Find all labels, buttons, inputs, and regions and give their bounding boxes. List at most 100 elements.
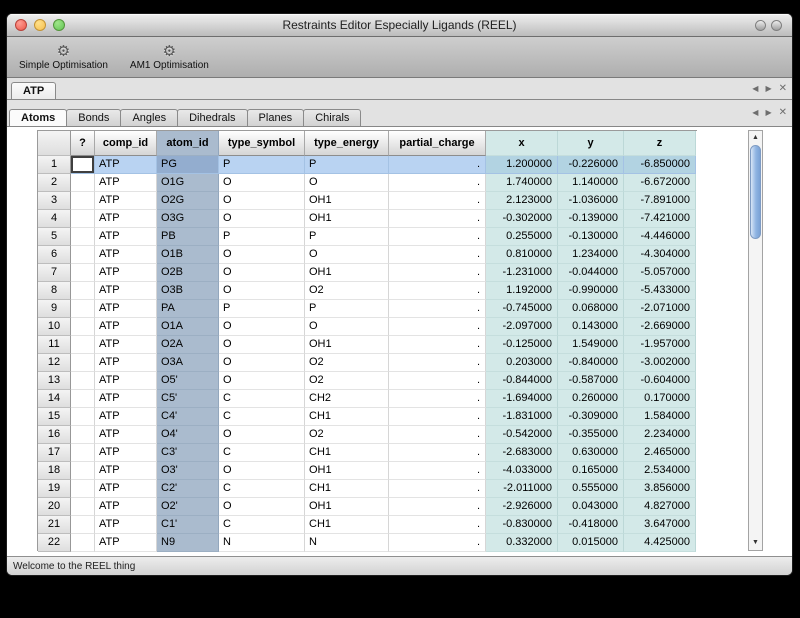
cell-z[interactable]: 1.584000 (624, 408, 696, 426)
row-number[interactable]: 9 (38, 300, 71, 318)
cell-atom-id[interactable]: C1' (157, 516, 219, 534)
cell-partial-charge[interactable]: . (389, 426, 486, 444)
tab-close-icon[interactable]: ✕ (779, 108, 787, 118)
cell-y[interactable]: -0.226000 (558, 156, 624, 174)
row-number[interactable]: 8 (38, 282, 71, 300)
row-number[interactable]: 12 (38, 354, 71, 372)
cell-y[interactable]: -0.840000 (558, 354, 624, 372)
close-button[interactable] (15, 19, 27, 31)
row-number[interactable]: 7 (38, 264, 71, 282)
cell-y[interactable]: 0.555000 (558, 480, 624, 498)
cell-x[interactable]: -1.831000 (486, 408, 558, 426)
row-number[interactable]: 1 (38, 156, 71, 174)
cell-y[interactable]: 1.140000 (558, 174, 624, 192)
cell-z[interactable]: -7.891000 (624, 192, 696, 210)
scrollbar-thumb[interactable] (750, 145, 761, 239)
cell-type-energy[interactable]: P (305, 156, 389, 174)
row-number[interactable]: 14 (38, 390, 71, 408)
row-number[interactable]: 16 (38, 426, 71, 444)
cell-z[interactable]: 0.170000 (624, 390, 696, 408)
cell-type-energy[interactable]: O2 (305, 354, 389, 372)
table-row[interactable]: 14ATPC5'CCH2.-1.6940000.2600000.170000 (38, 390, 697, 408)
cell-atom-id[interactable]: C2' (157, 480, 219, 498)
table-row[interactable]: 2ATPO1GOO.1.7400001.140000-6.672000 (38, 174, 697, 192)
cell-comp-id[interactable]: ATP (95, 210, 157, 228)
row-number[interactable]: 17 (38, 444, 71, 462)
row-number[interactable]: 15 (38, 408, 71, 426)
tab-scroll-right-icon[interactable]: ▶ (765, 108, 771, 118)
table-row[interactable]: 5ATPPBPP.0.255000-0.130000-4.446000 (38, 228, 697, 246)
cell-type-energy[interactable]: O (305, 246, 389, 264)
cell-type-symbol[interactable]: O (219, 498, 305, 516)
cell-z[interactable]: -2.071000 (624, 300, 696, 318)
cell-x[interactable]: 2.123000 (486, 192, 558, 210)
cell-partial-charge[interactable]: . (389, 516, 486, 534)
cell-type-symbol[interactable]: C (219, 480, 305, 498)
cell-comp-id[interactable]: ATP (95, 282, 157, 300)
cell-type-energy[interactable]: CH2 (305, 390, 389, 408)
tab-atp[interactable]: ATP (11, 82, 56, 99)
cell-atom-id[interactable]: O5' (157, 372, 219, 390)
row-number[interactable]: 3 (38, 192, 71, 210)
cell-select[interactable] (71, 534, 95, 552)
cell-y[interactable]: -0.309000 (558, 408, 624, 426)
row-number[interactable]: 19 (38, 480, 71, 498)
cell-partial-charge[interactable]: . (389, 264, 486, 282)
cell-partial-charge[interactable]: . (389, 318, 486, 336)
cell-comp-id[interactable]: ATP (95, 174, 157, 192)
cell-select[interactable] (71, 228, 95, 246)
cell-x[interactable]: 1.740000 (486, 174, 558, 192)
cell-type-symbol[interactable]: C (219, 516, 305, 534)
cell-comp-id[interactable]: ATP (95, 516, 157, 534)
zoom-button[interactable] (53, 19, 65, 31)
cell-atom-id[interactable]: O1B (157, 246, 219, 264)
cell-type-symbol[interactable]: O (219, 462, 305, 480)
row-number[interactable]: 6 (38, 246, 71, 264)
cell-select[interactable] (71, 372, 95, 390)
cell-z[interactable]: 3.647000 (624, 516, 696, 534)
column-header-type-energy[interactable]: type_energy (305, 131, 389, 156)
cell-select[interactable] (71, 408, 95, 426)
cell-x[interactable]: 0.332000 (486, 534, 558, 552)
cell-x[interactable]: 0.255000 (486, 228, 558, 246)
cell-y[interactable]: -0.355000 (558, 426, 624, 444)
cell-select[interactable] (71, 354, 95, 372)
tab-scroll-left-icon[interactable]: ◀ (752, 84, 758, 94)
scroll-up-icon[interactable]: ▲ (749, 132, 762, 144)
cell-type-energy[interactable]: O (305, 318, 389, 336)
cell-y[interactable]: -0.044000 (558, 264, 624, 282)
cell-y[interactable]: 0.165000 (558, 462, 624, 480)
cell-comp-id[interactable]: ATP (95, 300, 157, 318)
cell-z[interactable]: -3.002000 (624, 354, 696, 372)
cell-select[interactable] (71, 246, 95, 264)
cell-type-symbol[interactable]: O (219, 372, 305, 390)
cell-type-energy[interactable]: OH1 (305, 210, 389, 228)
cell-z[interactable]: 4.425000 (624, 534, 696, 552)
tab-dihedrals[interactable]: Dihedrals (177, 109, 247, 126)
cell-type-energy[interactable]: N (305, 534, 389, 552)
cell-y[interactable]: -0.587000 (558, 372, 624, 390)
table-row[interactable]: 15ATPC4'CCH1.-1.831000-0.3090001.584000 (38, 408, 697, 426)
scroll-down-icon[interactable]: ▼ (749, 537, 762, 549)
cell-partial-charge[interactable]: . (389, 390, 486, 408)
cell-comp-id[interactable]: ATP (95, 372, 157, 390)
cell-x[interactable]: -2.926000 (486, 498, 558, 516)
row-number[interactable]: 13 (38, 372, 71, 390)
cell-z[interactable]: -7.421000 (624, 210, 696, 228)
cell-y[interactable]: 1.549000 (558, 336, 624, 354)
cell-comp-id[interactable]: ATP (95, 354, 157, 372)
column-header-x[interactable]: x (486, 131, 558, 156)
column-header-type-symbol[interactable]: type_symbol (219, 131, 305, 156)
cell-comp-id[interactable]: ATP (95, 390, 157, 408)
cell-z[interactable]: -2.669000 (624, 318, 696, 336)
column-header-z[interactable]: z (624, 131, 696, 156)
row-number[interactable]: 2 (38, 174, 71, 192)
tab-bonds[interactable]: Bonds (66, 109, 121, 126)
cell-z[interactable]: -1.957000 (624, 336, 696, 354)
cell-comp-id[interactable]: ATP (95, 462, 157, 480)
table-row[interactable]: 16ATPO4'OO2.-0.542000-0.3550002.234000 (38, 426, 697, 444)
cell-comp-id[interactable]: ATP (95, 444, 157, 462)
cell-comp-id[interactable]: ATP (95, 228, 157, 246)
cell-y[interactable]: -0.990000 (558, 282, 624, 300)
cell-type-energy[interactable]: OH1 (305, 264, 389, 282)
